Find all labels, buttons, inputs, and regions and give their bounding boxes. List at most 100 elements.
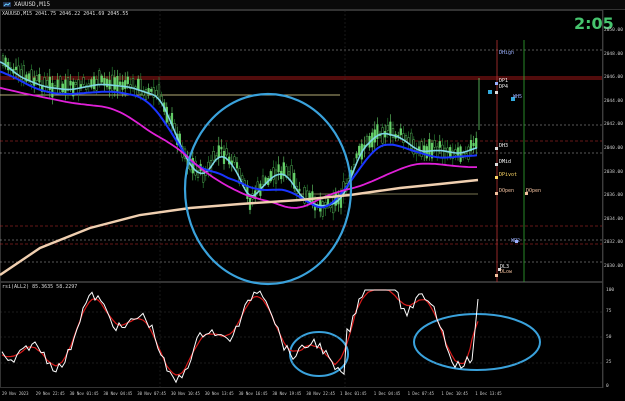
candle-body xyxy=(428,139,431,155)
candle-body xyxy=(282,162,285,176)
time-tick-label: 29 Nov 22:45 xyxy=(35,391,65,396)
candle-body xyxy=(456,147,460,156)
candle-body xyxy=(436,146,439,158)
candle-body xyxy=(144,89,148,100)
candle-body xyxy=(111,74,114,91)
candle-body xyxy=(373,129,376,143)
indicator-tick-label: 25 xyxy=(606,360,612,365)
candle-body xyxy=(74,82,77,85)
price-tick-label: 2048.00 xyxy=(604,51,623,57)
candle-body xyxy=(212,151,215,161)
time-tick-label: 30 Nov 22:45 xyxy=(306,391,336,396)
candle-body xyxy=(425,146,428,159)
candle-body xyxy=(404,135,408,140)
candle-body xyxy=(225,148,228,156)
price-tick-label: 2038.00 xyxy=(604,169,623,175)
rsi-signal-line xyxy=(1,289,479,376)
candle-body xyxy=(139,79,142,95)
time-tick-label: 1 Dec 01:45 xyxy=(340,391,367,396)
candle-body xyxy=(51,82,54,98)
price-tick-label: 2046.00 xyxy=(604,75,623,81)
candle-body xyxy=(116,76,119,93)
level-marker xyxy=(495,192,498,195)
candle-body xyxy=(131,78,135,88)
level-marker xyxy=(495,147,498,150)
indicator-tick-label: 50 xyxy=(606,335,612,340)
price-tick-label: 2042.00 xyxy=(604,122,623,128)
candle-body xyxy=(35,75,38,81)
candle-body xyxy=(381,127,384,144)
time-tick-label: 1 Dec 04:45 xyxy=(373,391,401,396)
candle-body xyxy=(38,74,41,83)
candle-body xyxy=(61,83,64,93)
candle-body xyxy=(402,133,405,143)
pivot-label: DOpen xyxy=(499,188,515,194)
candle-body xyxy=(443,147,447,158)
indicator-tick-label: 100 xyxy=(606,288,615,293)
candle-body xyxy=(92,76,96,90)
time-tick-label: 30 Nov 07:45 xyxy=(137,391,167,396)
price-tick-label: 2050.00 xyxy=(604,28,623,33)
candle-body xyxy=(56,79,59,88)
candle-body xyxy=(326,198,330,205)
candle-body xyxy=(155,90,158,96)
candle-body xyxy=(235,162,239,169)
candle-body xyxy=(332,196,335,214)
level-marker xyxy=(495,163,498,166)
candle-body xyxy=(82,77,85,85)
price-tick-label: 2032.00 xyxy=(604,240,623,246)
price-tick-label: 2030.00 xyxy=(604,264,623,269)
candle-body xyxy=(98,70,101,86)
candle-body xyxy=(329,205,332,209)
candle-body xyxy=(69,80,72,86)
candle-body xyxy=(433,140,436,148)
candle-body xyxy=(66,77,70,91)
candle-body xyxy=(46,80,49,86)
candle-body xyxy=(274,169,278,184)
time-tick-label: 30 Nov 13:45 xyxy=(204,391,234,396)
price-tick-label: 2034.00 xyxy=(604,216,623,222)
indicator-tick-label: 75 xyxy=(606,309,612,314)
candle-body xyxy=(233,156,236,163)
candle-body xyxy=(438,141,441,148)
candle-body xyxy=(308,192,311,202)
candle-body xyxy=(220,146,223,150)
candle-body xyxy=(64,79,67,95)
pivot-label: DMid xyxy=(499,159,512,165)
level-marker xyxy=(495,274,498,277)
pivot-label: WP2 xyxy=(511,238,521,244)
time-tick-label: 30 Nov 16:45 xyxy=(238,391,268,396)
time-tick-label: 1 Dec 10:45 xyxy=(441,391,468,396)
pivot-label: DOpen xyxy=(526,188,542,194)
time-tick-label: 29 Nov 2023 xyxy=(2,391,29,396)
chart-window[interactable]: XAUUSD,M15 XAUUSD,M15 2041.75 2046.22 20… xyxy=(0,0,625,401)
candle-body xyxy=(241,175,244,180)
pivot-label: DH3 xyxy=(499,143,509,149)
time-tick-label: 1 Dec 13:45 xyxy=(475,391,502,396)
candle-body xyxy=(399,128,402,136)
candle-body xyxy=(113,77,116,90)
candle-body xyxy=(277,164,280,173)
candle-body xyxy=(261,175,265,185)
level-marker xyxy=(495,176,498,179)
price-tick-label: 2040.00 xyxy=(604,146,623,151)
pivot-label: DHigh xyxy=(499,50,515,56)
price-chart[interactable] xyxy=(0,0,625,401)
time-tick-label: 30 Nov 01:45 xyxy=(69,391,99,396)
candle-body xyxy=(321,201,324,217)
candle-body xyxy=(459,146,462,162)
candle-body xyxy=(287,171,291,176)
indicator-title: rsi(ALL2) 85.3635 58.2297 xyxy=(2,284,78,290)
time-tick-label: 30 Nov 19:45 xyxy=(272,391,302,396)
candle-body xyxy=(475,138,478,149)
time-tick-label: 30 Nov 10:45 xyxy=(171,391,200,396)
candle-body xyxy=(118,81,122,86)
rsi-line xyxy=(1,289,479,384)
level-marker xyxy=(495,91,498,94)
candle-body xyxy=(386,125,389,131)
time-tick-label: 1 Dec 07:45 xyxy=(407,391,435,396)
time-tick-label: 30 Nov 04:45 xyxy=(103,391,133,396)
candle-body xyxy=(355,153,358,159)
candle-body xyxy=(290,165,293,182)
candle-body xyxy=(17,65,20,75)
